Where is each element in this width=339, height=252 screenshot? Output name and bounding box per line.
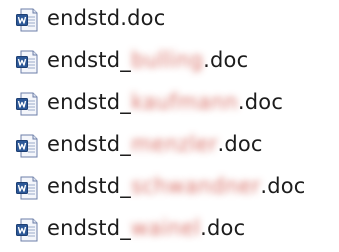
file-name-prefix: endstd: [47, 6, 121, 30]
file-name-prefix: endstd_: [47, 90, 131, 114]
file-name-prefix: endstd_: [47, 216, 131, 240]
word-doc-icon: [16, 176, 38, 200]
redacted-name: wainel: [130, 216, 201, 240]
file-item[interactable]: endstd_kaufmann.doc: [0, 84, 339, 120]
file-extension: .doc: [217, 132, 263, 156]
word-doc-icon: [16, 50, 38, 74]
file-item[interactable]: endstd.doc: [0, 0, 339, 36]
word-doc-icon: [16, 134, 38, 158]
file-extension: .doc: [120, 6, 166, 30]
file-name: endstd_menzler.doc: [47, 131, 263, 157]
file-name: endstd.doc: [47, 5, 165, 31]
file-item[interactable]: endstd_menzler.doc: [0, 126, 339, 162]
file-name: endstd_kaufmann.doc: [47, 89, 283, 115]
file-extension: .doc: [237, 90, 284, 114]
file-name: endstd_wainel.doc: [47, 215, 245, 241]
word-doc-icon: [16, 92, 38, 116]
file-name: endstd_schwandner.doc: [47, 173, 306, 199]
redacted-name: bulling: [130, 48, 204, 72]
file-item[interactable]: endstd_wainel.doc: [0, 210, 339, 246]
file-name-prefix: endstd_: [47, 48, 131, 72]
word-doc-icon: [16, 218, 38, 242]
redacted-name: kaufmann: [130, 90, 238, 114]
file-extension: .doc: [200, 216, 246, 240]
file-list: endstd.doc endstd_bulling.doc endstd_kau…: [0, 0, 339, 252]
file-item[interactable]: endstd_schwandner.doc: [0, 168, 339, 204]
redacted-name: menzler: [130, 132, 218, 156]
redacted-name: schwandner: [130, 174, 261, 198]
file-extension: .doc: [203, 48, 249, 72]
file-name: endstd_bulling.doc: [47, 47, 248, 73]
file-name-prefix: endstd_: [47, 174, 131, 198]
word-doc-icon: [16, 8, 38, 32]
file-item[interactable]: endstd_bulling.doc: [0, 42, 339, 78]
file-name-prefix: endstd_: [47, 132, 131, 156]
file-extension: .doc: [260, 174, 306, 198]
